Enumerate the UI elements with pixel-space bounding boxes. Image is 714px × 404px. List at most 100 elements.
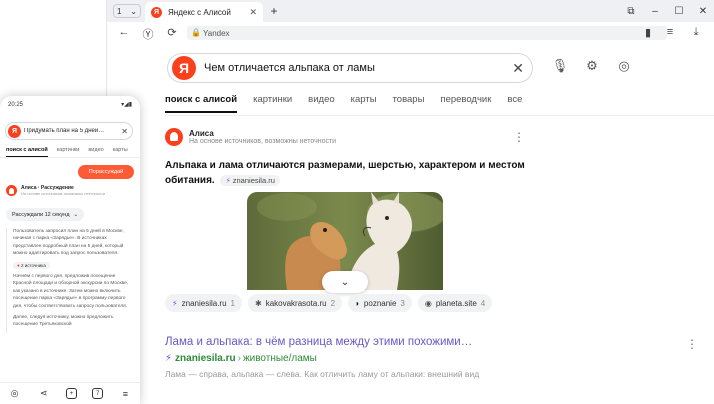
share-icon[interactable]: ⋖ [37,388,51,399]
filters-icon[interactable]: ⚙ [583,58,601,74]
tabs-divider [0,157,140,158]
url-field[interactable]: 🔒 Yandex [187,26,667,40]
new-tab-button[interactable]: + [267,4,281,18]
alice-header: Алиса · Рассуждение На основе источников… [6,185,105,196]
kakovakrasota-icon: ✱ [255,298,262,308]
mobile-tabs: поиск с алисой картинки видео карты [6,147,128,157]
tab-alice-search[interactable]: поиск с алисой [165,94,238,113]
tab-images[interactable]: картинки [253,94,292,105]
source-chip[interactable]: ◉ planeta.site 4 [417,294,493,312]
znaniesila-icon: ⚡ [172,298,178,308]
clear-icon[interactable]: ✕ [121,127,128,136]
tab-all[interactable]: все [507,94,522,105]
tab-title: Яндекс с Алисой [168,7,231,17]
poznanie-icon: ◗ [355,298,360,308]
minimize-button[interactable]: – [643,6,667,17]
tab-video[interactable]: видео [88,147,103,157]
source-name: znaniesila.ru [181,298,227,308]
more-options-icon[interactable]: ⋮ [513,130,525,144]
window-controls: ⧉ – ☐ ✕ [619,0,714,22]
browser-tab[interactable]: Я Яндекс с Алисой ✕ [145,2,263,22]
result-domain: znaniesila.ru [175,353,236,364]
address-bar: ← Ⓨ ⟳ 🔒 Yandex ▮ ≡ ⤓ [107,22,714,44]
sources-list: ⚡ znaniesila.ru 1 ✱ kakovakrasota.ru 2 ◗… [165,294,493,312]
alice-subtitle: На основе источников, возможны неточност… [189,138,337,145]
yandex-logo-icon: Я [8,124,21,138]
alice-subtitle: На основе источников, возможны неточност… [21,191,106,196]
source-dot-icon: ● [17,262,20,268]
tab-maps[interactable]: карты [351,94,377,105]
mobile-search-box[interactable]: Я Придумать план на 5 дней… ✕ [5,122,133,140]
sources-chip[interactable]: ● 2 источника [13,261,50,270]
yandex-logo-icon: Я [172,56,196,80]
yandex-home-icon[interactable]: Ⓨ [141,26,155,42]
tab-images[interactable]: картинки [57,147,80,157]
alice-icon [165,128,183,146]
znaniesila-icon: ⚡ [225,176,231,185]
status-time: 20:25 [8,102,24,108]
reload-icon[interactable]: ⟳ [165,26,179,39]
source-name: planeta.site [435,298,477,308]
clear-icon[interactable]: ✕ [512,60,524,77]
tabs-count-icon[interactable]: 7 [92,388,104,399]
url-text: Yandex [203,28,230,38]
answer-source-chip[interactable]: ⚡ znaniesila.ru [220,175,280,186]
menu-icon[interactable]: ≡ [118,389,132,399]
reasoning-label: Рассуждали 12 секунд [12,211,70,218]
search-tabs: поиск с алисой картинки видео карты това… [165,94,522,113]
result-more-icon[interactable]: ⋮ [686,337,698,351]
reasoning-paragraph: Далее, следуя источнику, можно предложит… [13,315,114,328]
status-icons: ▾◢▮ [121,102,132,108]
reason-button[interactable]: Порассуждай [78,165,134,179]
tab-bar: 1 ⌄ Я Яндекс с Алисой ✕ + ⧉ – ☐ ✕ [107,0,714,22]
camera-search-icon[interactable]: ◎ [615,58,633,74]
tab-alice-search[interactable]: поиск с алисой [6,147,48,157]
tab-translator[interactable]: переводчик [440,94,491,105]
alice-icon [6,185,17,196]
chevron-down-icon: ⌄ [340,276,350,288]
source-name: poznanie [363,298,397,308]
tabs-divider [165,115,714,116]
close-window-button[interactable]: ✕ [691,6,714,17]
search-input[interactable]: Чем отличается альпака от ламы [204,62,512,74]
bookmark-icon[interactable]: ▮ [641,26,655,39]
reasoning-toggle[interactable]: Рассуждали 12 секунд ⌄ [6,208,85,221]
chevron-down-icon: ⌄ [130,6,137,16]
source-chip[interactable]: ◗ poznanie 3 [348,294,412,312]
source-name: kakovakrasota.ru [265,298,327,308]
reasoning-text: Пользователь запросил план на 5 дней в М… [6,228,132,333]
tab-counter-button[interactable]: 1 ⌄ [113,4,141,18]
tab-video[interactable]: видео [308,94,334,105]
tab-maps[interactable]: карты [113,147,128,157]
expand-button[interactable]: ⌄ [322,271,368,293]
answer-sentence: Альпака и лама отличаются размерами, шер… [165,160,525,186]
yandex-favicon-icon: Я [151,6,162,18]
chevron-down-icon: ⌄ [73,211,79,218]
alice-nav-icon[interactable]: ◎ [8,388,22,399]
breadcrumb-separator: › [237,353,241,364]
reasoning-paragraph: Начнём с первого дня, предложив посещени… [13,274,129,309]
mobile-search-input[interactable]: Придумать план на 5 дней… [24,128,121,134]
restore-tabs-icon[interactable]: ⧉ [619,6,643,17]
result-title-link[interactable]: Лама и альпака: в чём разница между этим… [165,336,645,348]
menu-icon[interactable]: ≡ [663,26,677,38]
alice-header: Алиса На основе источников, возможны нет… [165,128,525,146]
alice-answer-text: Альпака и лама отличаются размерами, шер… [165,158,525,188]
new-tab-icon[interactable]: + [65,388,77,399]
search-box[interactable]: Я Чем отличается альпака от ламы ✕ [167,53,533,83]
result-url[interactable]: ⚡ znaniesila.ru › животные/ламы [165,353,317,364]
lock-icon: 🔒 [191,28,201,37]
close-tab-icon[interactable]: ✕ [249,7,257,18]
source-chip[interactable]: ✱ kakovakrasota.ru 2 [248,294,343,312]
source-number: 1 [230,298,235,308]
tab-products[interactable]: товары [393,94,425,105]
download-icon[interactable]: ⤓ [689,26,703,39]
maximize-button[interactable]: ☐ [667,6,691,17]
search-tools: 🎙 ⚙ ◎ [551,58,633,74]
back-arrow-icon[interactable]: ← [117,26,131,38]
alice-answer-card: Алиса На основе источников, возможны нет… [165,128,525,188]
znaniesila-icon: ⚡ [165,353,173,364]
result-path: животные/ламы [242,353,317,364]
source-chip[interactable]: ⚡ znaniesila.ru 1 [165,294,242,312]
microphone-icon[interactable]: 🎙 [551,58,569,74]
